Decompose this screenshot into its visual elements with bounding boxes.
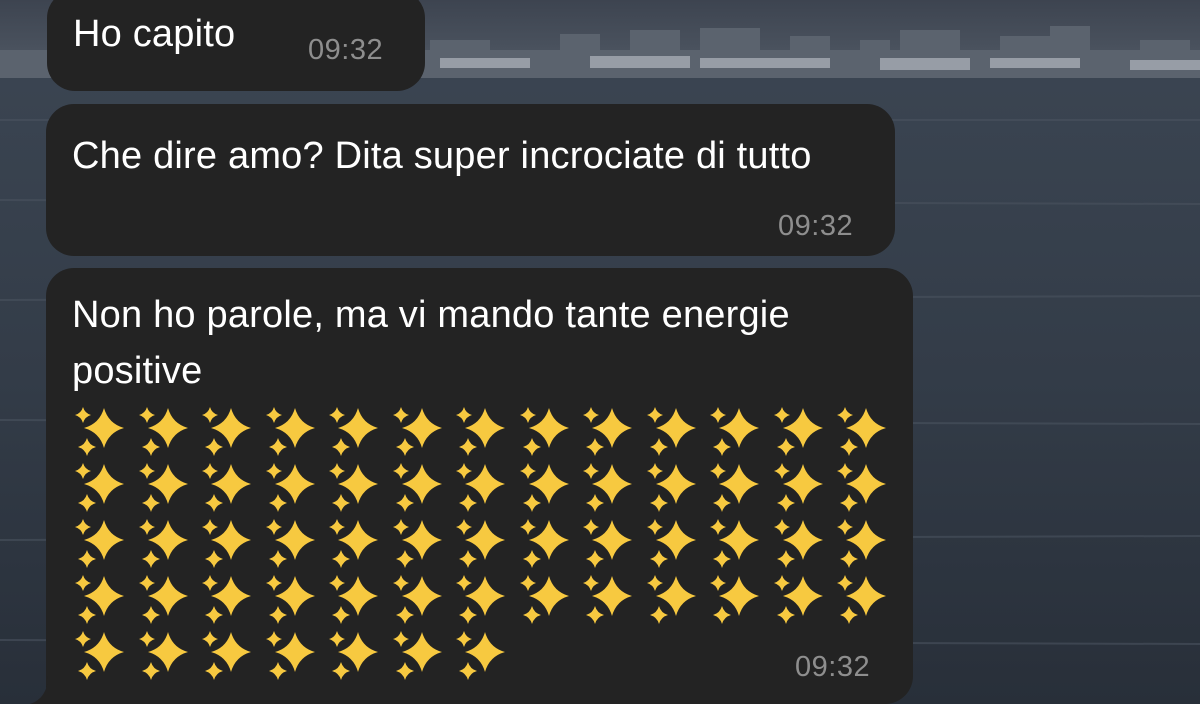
sparkles-emoji-icon <box>646 575 696 624</box>
sparkles-emoji-icon <box>456 575 505 624</box>
message-time: 09:32 <box>778 210 854 242</box>
sparkles-emoji-icon <box>392 407 442 456</box>
sparkles-emoji-icon <box>583 463 632 512</box>
sparkles-emoji-icon <box>456 631 505 680</box>
sparkles-emoji-icon <box>773 575 823 624</box>
message-text: Che dire amo? Dita super incrociate di t… <box>72 135 812 177</box>
sparkles-emoji-icon <box>392 463 442 512</box>
sparkles-emoji-icon <box>329 519 378 568</box>
sparkles-emoji-icon <box>392 575 442 624</box>
sparkles-emoji-icon <box>456 519 505 568</box>
sparkles-emoji-icon <box>456 407 505 456</box>
message-time: 09:32 <box>795 651 871 683</box>
sparkles-emoji-icon <box>329 631 378 680</box>
sparkles-emoji-icon <box>75 575 124 624</box>
sparkles-emoji-icon <box>519 575 569 624</box>
sparkles-emoji-icon <box>837 575 886 624</box>
sparkles-emoji-icon <box>329 463 378 512</box>
sparkles-emoji-icon <box>138 631 188 680</box>
sparkles-emoji-icon <box>646 407 696 456</box>
sparkles-emoji-icon <box>202 407 251 456</box>
sparkles-emoji-icon <box>265 407 315 456</box>
bubble-tail <box>30 676 60 704</box>
sparkles-emoji-icon <box>392 631 442 680</box>
sparkles-emoji-icon <box>202 463 251 512</box>
sparkles-emoji-icon <box>710 575 759 624</box>
sparkles-emoji-icon <box>392 519 442 568</box>
sparkles-emoji-icon <box>329 575 378 624</box>
sparkles-emoji-icon <box>456 463 505 512</box>
sparkles-emoji-icon <box>265 631 315 680</box>
chat-view: Ho capito 09:32 Che dire amo? Dita super… <box>0 0 1200 704</box>
sparkles-emoji-icon <box>773 407 823 456</box>
sparkles-emoji-icon <box>202 631 251 680</box>
sparkles-emoji-icon <box>519 463 569 512</box>
sparkles-emoji-icon <box>75 631 124 680</box>
sparkles-emoji-icon <box>710 407 759 456</box>
sparkles-emoji-icon <box>519 407 569 456</box>
message-bubble[interactable]: Che dire amo? Dita super incrociate di t… <box>46 104 895 256</box>
sparkles-emoji-icon <box>138 519 188 568</box>
sparkles-emoji-icon <box>837 463 886 512</box>
sparkles-emoji-icon <box>773 519 823 568</box>
sparkles-emoji-icon <box>519 519 569 568</box>
sparkles-emoji-icon <box>583 519 632 568</box>
sparkles-emoji-icon <box>75 407 124 456</box>
sparkles-emoji-icon <box>773 463 823 512</box>
sparkles-emoji-icon <box>329 407 378 456</box>
sparkles-emoji-icon <box>202 575 251 624</box>
message-text: Non ho parole, ma vi mando tante energie… <box>72 294 801 392</box>
message-time: 09:32 <box>308 34 384 66</box>
sparkles-emoji-icon <box>646 519 696 568</box>
sparkles-emoji-icon <box>75 463 124 512</box>
sparkles-emoji-icon <box>583 575 632 624</box>
sparkles-emoji-icon <box>202 519 251 568</box>
sparkles-emoji-icon <box>837 407 886 456</box>
sparkles-emoji-icon <box>138 575 188 624</box>
message-bubble[interactable]: Non ho parole, ma vi mando tante energie… <box>46 268 913 704</box>
sparkles-emoji-icon <box>265 463 315 512</box>
sparkles-emoji-icon <box>75 519 124 568</box>
sparkles-emoji-icon <box>710 463 759 512</box>
sparkles-emoji-icon <box>710 519 759 568</box>
message-bubble[interactable]: Ho capito 09:32 <box>47 0 425 91</box>
sparkles-emoji-icon <box>646 463 696 512</box>
message-text: Ho capito <box>73 13 236 55</box>
sparkles-emoji-icon <box>837 519 886 568</box>
sparkles-emoji-icon <box>265 519 315 568</box>
sparkles-emoji-icon <box>583 407 632 456</box>
sparkles-emoji-icon <box>265 575 315 624</box>
sparkles-emoji-icon <box>138 463 188 512</box>
sparkles-emoji-icon <box>138 407 188 456</box>
